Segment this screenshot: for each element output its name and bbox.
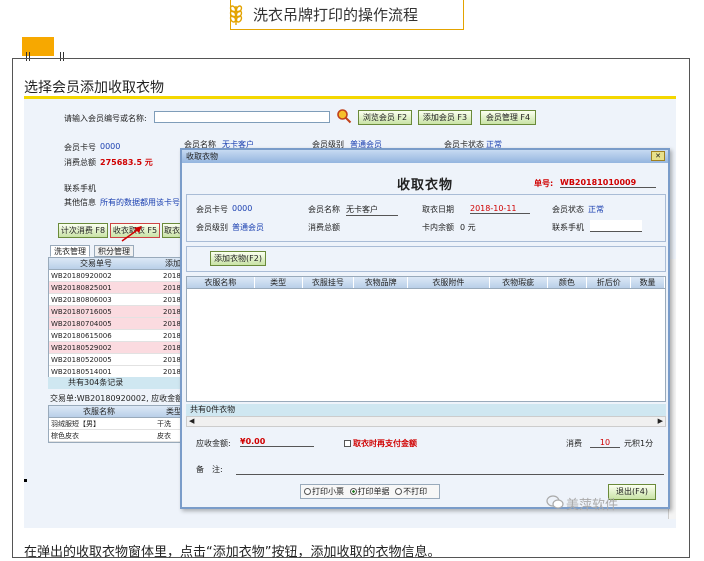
other-info-value: 所有的数据都用该卡号 <box>100 198 180 207</box>
phone-label: 联系手机 <box>64 184 96 193</box>
add-cloth-button[interactable]: 添加衣物(F2) <box>210 251 266 266</box>
collect-date-label: 取衣日期 <box>422 205 454 214</box>
member-info-box <box>186 194 666 242</box>
wechat-icon <box>546 495 564 509</box>
level-label: 会员级别 <box>196 223 228 232</box>
collect-cloth-dialog: 收取衣物 ✕ 收取衣物 单号: WB20181010009 会员卡号 0000 … <box>180 148 670 509</box>
column-header: 衣服挂号 <box>303 277 355 288</box>
other-info-label: 其他信息 <box>64 198 96 207</box>
trade-no-cell: WB20180615006 <box>51 332 112 340</box>
receivable-value: ¥0.00 <box>240 437 314 447</box>
state-value: 正常 <box>588 205 604 214</box>
watermark: 美萍软件 <box>566 498 619 513</box>
card-no-value: 0000 <box>232 204 253 213</box>
header-banner: 洗衣吊牌打印的操作流程 <box>229 0 464 30</box>
tutorial-page: 洗衣吊牌打印的操作流程 选择会员添加收取衣物 请输入会员编号或名称: 浏览会员 … <box>0 0 704 561</box>
col-trade-no: 交易单号 <box>80 259 112 268</box>
section-title: 选择会员添加收取衣物 <box>24 80 164 96</box>
search-input[interactable] <box>154 111 330 123</box>
consume-label: 消费 <box>566 439 582 448</box>
member-name-value: 无卡客户 <box>346 204 398 216</box>
radio-print-ticket[interactable] <box>304 488 311 495</box>
column-header: 衣物品牌 <box>354 277 409 288</box>
balance-value: 0 元 <box>460 223 476 232</box>
print-option-group: 打印小票 打印单据 不打印 <box>300 484 440 499</box>
print-ticket-label: 打印小票 <box>312 487 344 496</box>
section-caption: 在弹出的收取衣物窗体里，点击“添加衣物”按钮，添加收取的衣物信息。 <box>24 545 441 560</box>
trade-detail: 交易单:WB20180920002, 应收金额 <box>50 394 184 403</box>
pay-later-checkbox[interactable]: 取衣时再支付金额 <box>344 438 417 449</box>
cloth-count: 共有0件衣物 <box>186 404 666 416</box>
trade-no-cell: WB20180704005 <box>51 320 112 328</box>
trade-no-cell: WB20180514001 <box>51 368 112 376</box>
count-consume-button[interactable]: 计次消费 F8 <box>58 223 108 238</box>
trade-no-cell: WB20180825001 <box>51 284 112 292</box>
column-header: 类型 <box>255 277 303 288</box>
trade-no-cell: WB20180920002 <box>51 272 112 280</box>
scroll-left-icon[interactable]: ◀ <box>189 417 194 425</box>
trade-no-cell: WB20180806003 <box>51 296 112 304</box>
search-label: 请输入会员编号或名称: <box>64 114 147 123</box>
trade-no-cell: WB20180520005 <box>51 356 112 364</box>
card-no-value: 0000 <box>100 142 121 151</box>
total-consume-label: 消费总额 <box>64 158 96 167</box>
column-header: 衣服名称 <box>187 277 255 288</box>
header-title: 洗衣吊牌打印的操作流程 <box>253 6 419 24</box>
add-member-button[interactable]: 添加会员 F3 <box>418 110 472 125</box>
remark-field[interactable] <box>236 463 664 475</box>
total-consume-value: 275683.5 元 <box>100 158 153 167</box>
column-header: 颜色 <box>548 277 588 288</box>
browse-member-button[interactable]: 浏览会员 F2 <box>358 110 412 125</box>
cloth-table: 衣服名称 类型 衣服挂号 衣物品牌 衣服附件 衣物瑕疵 颜色 折后价 数量 <box>186 276 666 402</box>
horizontal-scrollbar[interactable]: ◀ ▶ <box>186 416 666 427</box>
radio-no-print[interactable] <box>395 488 403 495</box>
column-header: 折后价 <box>587 277 632 288</box>
print-bill-label: 打印单据 <box>357 487 390 496</box>
order-no-label: 单号: <box>534 179 554 188</box>
wheat-icon <box>229 5 243 25</box>
bullet-dot <box>24 479 27 482</box>
tab-wash-manage[interactable]: 洗衣管理 <box>50 245 90 257</box>
member-manage-button[interactable]: 会员管理 F4 <box>480 110 536 125</box>
column-header: 衣服附件 <box>408 277 490 288</box>
column-header: 数量 <box>631 277 665 288</box>
balance-label: 卡内余额 <box>422 223 454 232</box>
collect-date-value[interactable]: 2018-10-11 <box>470 204 530 214</box>
cloth-table-header: 衣服名称 类型 衣服挂号 衣物品牌 衣服附件 衣物瑕疵 颜色 折后价 数量 <box>187 277 665 289</box>
order-no-value: WB20181010009 <box>560 178 656 188</box>
state-label: 会员状态 <box>552 205 584 214</box>
consume-value[interactable]: 10 <box>590 438 620 448</box>
consume-unit: 元积1分 <box>624 439 654 448</box>
receivable-label: 应收金额: <box>196 439 231 448</box>
arrow-annotation-icon <box>121 226 142 242</box>
total-label: 消费总额 <box>308 223 340 232</box>
column-header: 衣物瑕疵 <box>490 277 548 288</box>
col-cloth-name: 衣服名称 <box>83 407 115 416</box>
card-no-label: 会员卡号 <box>64 143 96 152</box>
level-value: 普通会员 <box>232 223 264 232</box>
phone-field[interactable] <box>590 220 642 232</box>
pickup-button[interactable]: 取衣 <box>162 223 182 238</box>
trade-no-cell: WB20180529002 <box>51 344 112 352</box>
phone-label: 联系手机 <box>552 223 584 232</box>
close-icon[interactable]: ✕ <box>651 151 665 161</box>
checkbox-icon[interactable] <box>344 440 351 447</box>
search-icon[interactable] <box>336 108 352 124</box>
radio-print-bill[interactable] <box>349 488 357 495</box>
remark-label: 备 注: <box>196 465 223 474</box>
card-no-label: 会员卡号 <box>196 205 228 214</box>
trade-no-cell: WB20180716005 <box>51 308 112 316</box>
dialog-titlebar: 收取衣物 <box>182 150 668 163</box>
pay-later-label: 取衣时再支付金额 <box>353 439 417 448</box>
scroll-right-icon[interactable]: ▶ <box>658 417 663 425</box>
cloth-name-cell: 棕色皮衣 <box>51 432 79 440</box>
cloth-name-cell: 羽绒服短【男】 <box>51 420 100 428</box>
member-name-label: 会员名称 <box>308 205 340 214</box>
no-print-label: 不打印 <box>403 487 428 496</box>
tab-points-manage[interactable]: 积分管理 <box>94 245 134 257</box>
